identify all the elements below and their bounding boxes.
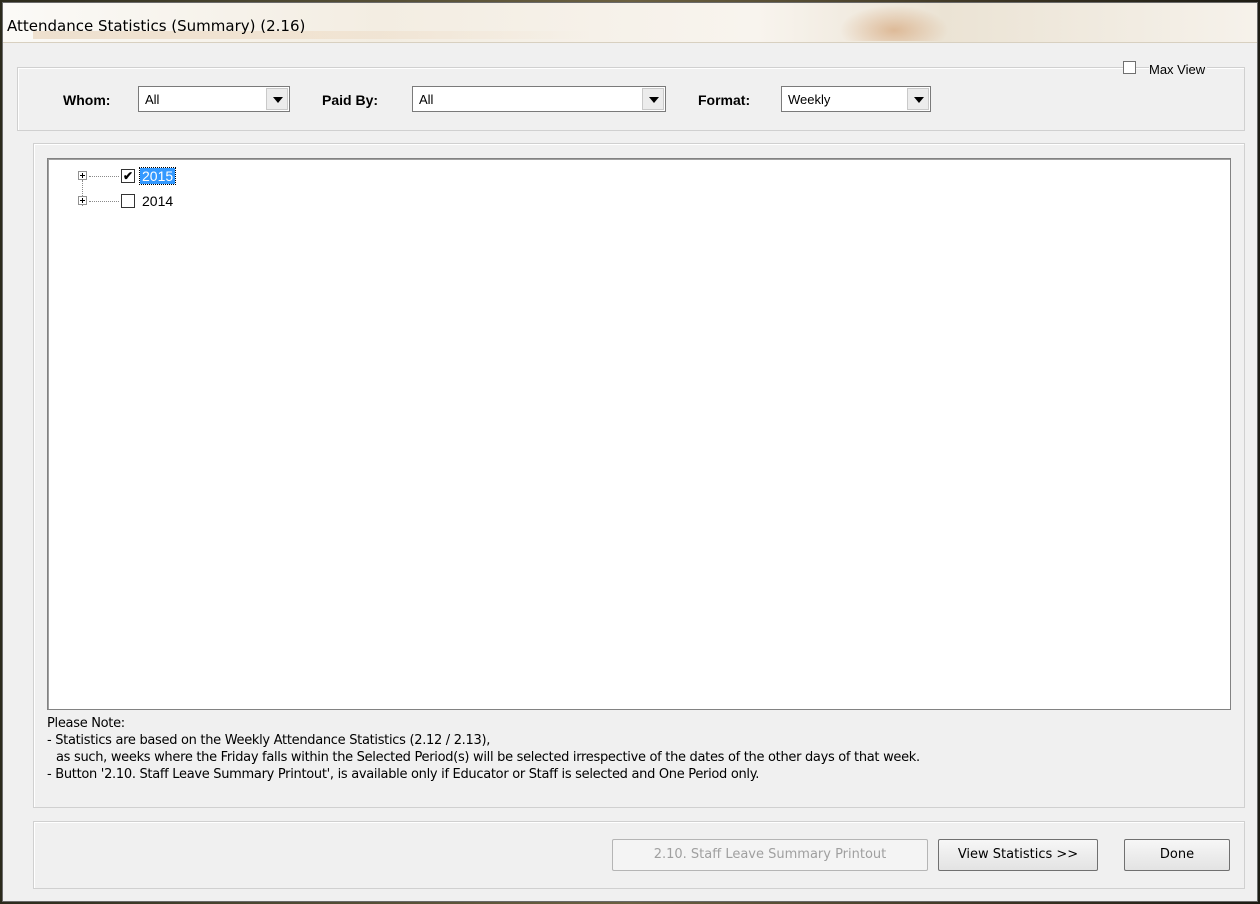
node-label[interactable]: 2014: [140, 193, 175, 209]
chevron-down-icon[interactable]: [907, 88, 929, 110]
attendance-statistics-window: Attendance Statistics (Summary) (2.16) W…: [2, 2, 1258, 902]
whom-value: All: [145, 92, 160, 107]
max-view-label[interactable]: Max View: [1149, 62, 1208, 77]
note-line-3: - Button '2.10. Staff Leave Summary Prin…: [47, 767, 760, 782]
tree-node-2014[interactable]: 2014: [76, 193, 196, 212]
tree-node-2015[interactable]: ✔ 2015: [76, 167, 196, 187]
done-button[interactable]: Done: [1124, 839, 1230, 871]
note-line-2: as such, weeks where the Friday falls wi…: [56, 750, 920, 765]
whom-label: Whom:: [63, 92, 111, 108]
title-bar: Attendance Statistics (Summary) (2.16): [3, 3, 1257, 43]
tree-connector: [89, 201, 119, 202]
format-dropdown[interactable]: Weekly: [781, 86, 931, 112]
whom-dropdown[interactable]: All: [138, 86, 290, 112]
window-title: Attendance Statistics (Summary) (2.16): [7, 17, 306, 35]
expand-icon[interactable]: [78, 171, 87, 180]
note-heading: Please Note:: [47, 716, 125, 731]
crest-logo: [839, 5, 949, 41]
chevron-down-icon[interactable]: [642, 88, 664, 110]
paid-by-dropdown[interactable]: All: [412, 86, 666, 112]
period-tree[interactable]: ✔ 2015 2014: [47, 158, 1231, 710]
view-statistics-button[interactable]: View Statistics >>: [938, 839, 1098, 871]
tree-connector: [89, 176, 119, 177]
node-checkbox[interactable]: ✔: [121, 169, 135, 183]
format-label: Format:: [698, 92, 751, 108]
max-view-checkbox[interactable]: [1123, 61, 1136, 74]
staff-leave-summary-button[interactable]: 2.10. Staff Leave Summary Printout: [612, 839, 928, 871]
node-label[interactable]: 2015: [138, 167, 177, 185]
node-checkbox[interactable]: [121, 194, 135, 208]
format-value: Weekly: [788, 92, 831, 107]
paid-by-value: All: [419, 92, 434, 107]
expand-icon[interactable]: [78, 196, 87, 205]
note-line-1: - Statistics are based on the Weekly Att…: [47, 733, 491, 748]
paid-by-label: Paid By:: [322, 92, 379, 108]
chevron-down-icon[interactable]: [266, 88, 288, 110]
